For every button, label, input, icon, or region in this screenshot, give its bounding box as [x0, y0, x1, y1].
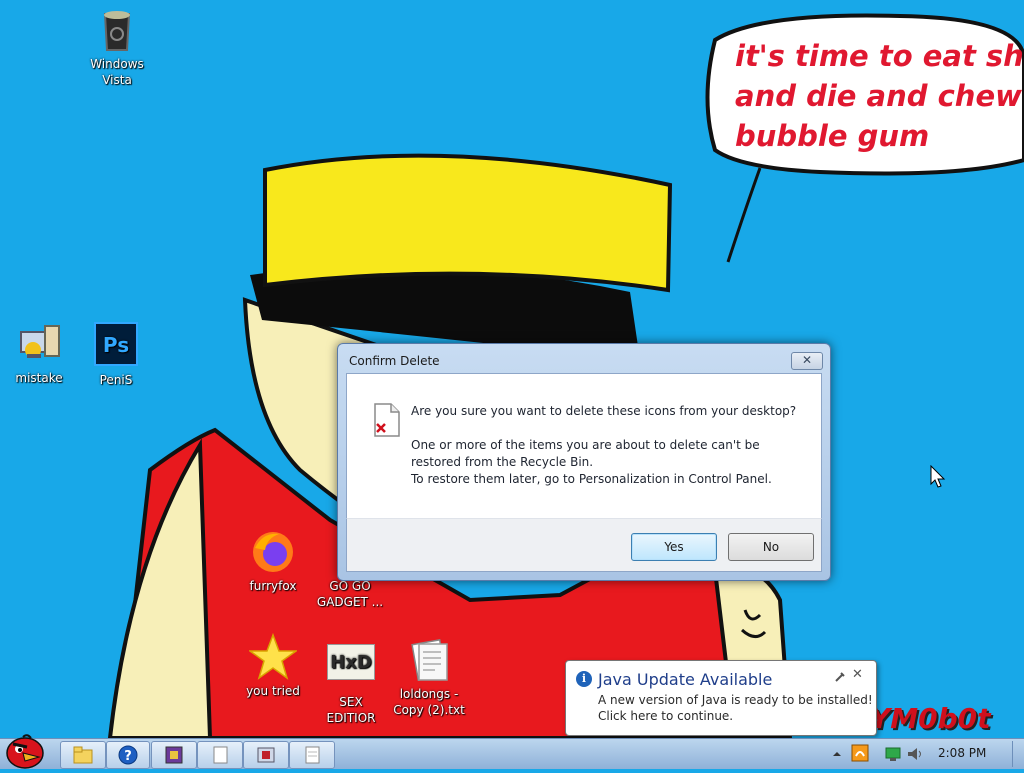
taskbar-notepad-button[interactable] [289, 741, 335, 769]
start-button[interactable] [3, 731, 47, 773]
desktop-icon-you-tried[interactable]: you tried [233, 632, 313, 699]
close-icon: ✕ [852, 667, 863, 682]
volume-tray-icon[interactable] [906, 746, 924, 762]
desktop-icon-label: GO GO GADGET ... [316, 579, 384, 609]
show-hidden-icons-button[interactable] [832, 749, 842, 759]
hex-editor-glyph: HxD [327, 644, 375, 680]
hex-editor-icon: HxD [327, 644, 375, 692]
desktop-icon-label: furryfox [249, 579, 297, 593]
dialog-footer: Yes No [346, 518, 822, 572]
taskbar-clock[interactable]: 2:08 PM [938, 746, 986, 760]
notepad-icon [305, 746, 320, 764]
taskbar-help-button[interactable]: ? [106, 741, 150, 769]
photoshop-glyph: Ps [94, 322, 138, 366]
desktop-icon-sex-editior[interactable]: HxD SEX EDITIOR [311, 640, 391, 726]
delete-file-icon [374, 403, 400, 437]
wrench-icon[interactable] [834, 671, 846, 683]
desktop-icon-recycle-bin[interactable]: Windows Vista [77, 6, 157, 88]
svg-text:?: ? [124, 749, 132, 764]
speech-line: and die and chew [735, 79, 1022, 113]
java-update-notification[interactable]: i Java Update Available ✕ A new version … [565, 660, 877, 736]
dialog-detail-line: To restore them later, go to Personaliza… [411, 472, 772, 486]
speech-bubble-text: it's time to eat shit and die and chew b… [735, 36, 1024, 156]
notification-close-button[interactable]: ✕ [852, 667, 863, 682]
network-tray-icon[interactable] [884, 746, 902, 762]
dialog-body: Are you sure you want to delete these ic… [346, 373, 822, 520]
desktop-icon-label: Windows Vista [90, 57, 144, 87]
speech-line: bubble gum [735, 119, 930, 153]
taskbar-explorer-button[interactable] [60, 741, 106, 769]
confirm-delete-dialog: Confirm Delete ✕ Are you sure you want t… [337, 343, 831, 581]
taskbar-app-button[interactable] [151, 741, 197, 769]
app-window-icon [257, 747, 275, 763]
taskbar-app2-button[interactable] [243, 741, 289, 769]
yes-button[interactable]: Yes [631, 533, 717, 561]
dialog-close-button[interactable]: ✕ [791, 352, 823, 370]
show-desktop-button[interactable] [1012, 741, 1023, 767]
desktop-icon-label: SEX EDITIOR [326, 695, 376, 725]
desktop-icon-label: you tried [246, 684, 300, 698]
dialog-detail-line: restored from the Recycle Bin. [411, 455, 594, 469]
text-file-icon [405, 636, 453, 684]
taskbar: ? 2:08 PM [0, 734, 1024, 769]
desktop-icon-label: loldongs - Copy (2).txt [393, 687, 465, 717]
star-icon [247, 632, 299, 681]
desktop-icon-mistake[interactable]: mistake [0, 320, 79, 386]
taskbar-document-button[interactable] [197, 741, 243, 769]
dialog-detail-line: One or more of the items you are about t… [411, 438, 760, 452]
info-icon: i [576, 671, 592, 687]
java-tray-icon[interactable] [851, 744, 869, 762]
desktop-icon-label: mistake [15, 371, 63, 385]
help-icon: ? [118, 745, 138, 765]
recycle-bin-icon [93, 6, 141, 54]
dialog-question: Are you sure you want to delete these ic… [411, 404, 797, 418]
notification-message: A new version of Java is ready to be ins… [598, 693, 873, 707]
speech-line: it's time to eat shit [735, 39, 1024, 73]
computer-network-icon [15, 320, 63, 368]
wallpaper-signature: YM0b0t [870, 702, 991, 735]
angry-bird-start-icon [6, 734, 44, 769]
desktop-icon-penis[interactable]: Ps PeniS [76, 320, 156, 388]
media-app-icon [165, 746, 183, 764]
photoshop-icon: Ps [92, 322, 140, 370]
no-button[interactable]: No [728, 533, 814, 561]
desktop-icon-furryfox[interactable]: furryfox [233, 528, 313, 594]
notification-action: Click here to continue. [598, 709, 734, 723]
notification-title: Java Update Available [598, 670, 773, 689]
firefox-icon [249, 528, 297, 576]
document-icon [213, 746, 228, 764]
folder-icon [73, 746, 93, 764]
desktop-icon-loldongs[interactable]: loldongs - Copy (2).txt [389, 636, 469, 718]
mouse-cursor-icon [930, 465, 946, 488]
dialog-title: Confirm Delete [349, 354, 440, 368]
close-icon: ✕ [801, 353, 813, 367]
desktop-icon-label: PeniS [99, 373, 133, 387]
